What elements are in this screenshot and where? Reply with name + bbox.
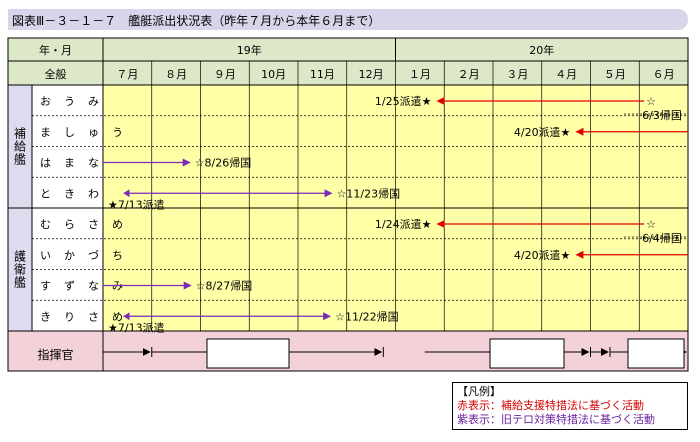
year-month-header: 年・月: [39, 43, 72, 57]
commander-box-2: [627, 338, 685, 369]
ship-label-0: お う み: [40, 95, 100, 108]
ship-label-4: む ら さ め: [40, 218, 124, 231]
overall-header: 全般: [45, 67, 67, 81]
month-label: 11月: [310, 68, 335, 81]
month-label: 10月: [261, 68, 286, 81]
commander-label: 指揮官: [37, 347, 73, 362]
departure-date-label: ★7/13派遣: [108, 197, 165, 211]
month-label: ２月: [458, 68, 480, 81]
ship-label-3: と き わ: [40, 187, 100, 200]
departure-label: 4/20派遣★: [514, 248, 571, 262]
ship-label-1: ま し ゅ う: [40, 126, 124, 139]
group-label-1: 衛: [14, 263, 26, 277]
year-label: 20年: [529, 43, 554, 57]
group-label-0: 艦: [14, 153, 26, 167]
departure-date-label: ★7/13派遣: [108, 320, 165, 334]
group-label-1: 護: [14, 249, 26, 264]
month-label: ９月: [214, 68, 236, 81]
month-label: １月: [409, 68, 431, 81]
month-label: ６月: [653, 68, 675, 81]
departure-label: 4/20派遣★: [514, 125, 571, 139]
departure-label: 1/24派遣★: [375, 217, 432, 231]
commander-row-background: [8, 331, 688, 371]
return-marker: ☆: [646, 218, 656, 231]
legend: 【凡例】 赤表示：補給支援特措法に基づく活動 紫表示：旧テロ対策特措法に基づく活…: [452, 382, 688, 430]
month-label: ８月: [165, 68, 187, 81]
commander-box-1: [489, 338, 565, 369]
group-label-1: 艦: [14, 276, 26, 290]
month-label: ７月: [116, 68, 138, 81]
month-label: ４月: [555, 68, 577, 81]
month-label: ５月: [604, 68, 626, 81]
month-label: 12月: [359, 68, 384, 81]
return-date-label: 6/3帰国: [642, 109, 682, 122]
return-label: ☆8/26帰国: [195, 157, 252, 170]
return-label: ☆8/27帰国: [196, 280, 253, 293]
commander-box-0: [206, 338, 290, 369]
deployment-chart: 年・月全般 19年 20年 ７月 ８月 ９月 10月 11月 12月 １月 ２月 ３月 ４月 ５月 ６月補給…: [7, 37, 689, 372]
legend-purple-entry: 紫表示：旧テロ対策特措法に基づく活動: [457, 413, 655, 426]
return-marker: ☆: [646, 95, 656, 108]
departure-label: 1/25派遣★: [375, 94, 432, 108]
ship-label-2: は ま な: [40, 157, 100, 170]
return-date-label: 6/4帰国: [642, 232, 682, 245]
group-label-0: 給: [14, 140, 26, 154]
group-label-0: 補: [14, 127, 26, 141]
return-label: ☆11/23帰国: [337, 187, 401, 200]
return-label: ☆11/22帰国: [335, 310, 399, 323]
ship-label-5: い か づ ち: [40, 249, 124, 262]
legend-red-entry: 赤表示：補給支援特措法に基づく活動: [457, 399, 644, 412]
legend-title: 【凡例】: [457, 385, 501, 398]
year-label: 19年: [237, 43, 262, 57]
month-label: ３月: [506, 68, 528, 81]
